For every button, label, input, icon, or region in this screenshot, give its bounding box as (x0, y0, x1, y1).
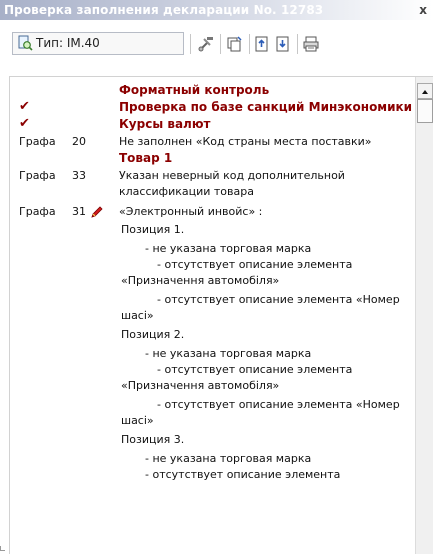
list-item: Позиция 2. (10, 327, 415, 343)
list-item: - не указана торговая марка (10, 451, 415, 467)
list-item: Позиция 3. (10, 432, 415, 448)
row-text: Проверка по базе санкций Минэкономики (119, 100, 413, 114)
row-text: - не указана торговая марка (145, 347, 312, 360)
row-text: Курсы валют (119, 117, 211, 131)
row-text: Товар 1 (119, 151, 173, 165)
list-item: Графа 33 Указан неверный код дополнитель… (10, 168, 415, 202)
field-label: Графа (19, 135, 56, 148)
row-text: Указан неверный код дополнительной класс… (119, 169, 345, 198)
print-icon[interactable] (302, 35, 320, 53)
row-text: Позиция 1. (121, 223, 185, 236)
field-number: 33 (72, 169, 86, 182)
import-down-icon[interactable] (274, 35, 292, 53)
field-label: Графа (19, 205, 56, 218)
export-up-icon[interactable] (253, 35, 271, 53)
check-icon: ✔ (19, 116, 30, 131)
list-item: Графа 31 «Электронный инвойс» : (10, 204, 415, 220)
list-item: - не указана торговая марка (10, 241, 415, 257)
list-item: - не указана торговая марка (10, 346, 415, 362)
vertical-scrollbar[interactable] (415, 77, 433, 554)
row-text: - не указана торговая марка (145, 452, 312, 465)
row-text: «Электронный инвойс» : (119, 205, 263, 218)
scroll-thumb[interactable] (417, 99, 433, 123)
type-selector[interactable]: Тип: IM.40 (12, 32, 184, 55)
field-number: 31 (72, 205, 86, 218)
row-text: Форматный контроль (119, 83, 270, 97)
results-panel: Форматный контроль ✔ Проверка по базе са… (9, 76, 433, 554)
list-item: Позиция 1. (10, 222, 415, 238)
row-text: Позиция 2. (121, 328, 185, 341)
declaration-check-window: Проверка заполнения декларации No. 12783… (0, 0, 433, 554)
row-text: Не заполнен «Код страны места поставки» (119, 135, 372, 148)
title-bar[interactable]: Проверка заполнения декларации No. 12783… (0, 0, 433, 20)
toolbar-separator (190, 34, 191, 54)
scroll-up-button[interactable] (417, 83, 433, 99)
list-item: - отсутствует описание элемента «Признач… (10, 362, 415, 396)
check-icon: ✔ (19, 99, 30, 114)
row-text: - отсутствует описание элемента «Признач… (121, 258, 353, 287)
row-text: - не указана торговая марка (145, 242, 312, 255)
window-title: Проверка заполнения декларации No. 12783 (4, 3, 324, 17)
field-label: Графа (19, 169, 56, 182)
type-label: Тип: IM.40 (36, 36, 100, 50)
list-item: Графа 20 Не заполнен «Код страны места п… (10, 134, 415, 150)
list-item: - отсутствует описание элемента «Номер ш… (10, 397, 415, 431)
row-text: - отсутствует описание элемента (145, 468, 341, 481)
close-icon[interactable]: x (419, 0, 427, 20)
toolbar-separator (220, 34, 221, 54)
list-item: - отсутствует описание элемента «Признач… (10, 257, 415, 291)
list-item: - отсутствует описание элемента (10, 467, 415, 483)
field-number: 20 (72, 135, 86, 148)
tools-icon[interactable] (197, 35, 215, 53)
copy-icon[interactable] (225, 35, 243, 53)
list-item: Форматный контроль (10, 82, 415, 98)
search-doc-icon (17, 35, 33, 51)
row-text: - отсутствует описание элемента «Номер ш… (121, 293, 400, 322)
toolbar-separator (249, 34, 250, 54)
list-item: - отсутствует описание элемента «Номер ш… (10, 292, 415, 326)
resize-corner-mark (0, 546, 5, 551)
row-text: - отсутствует описание элемента «Номер ш… (121, 398, 400, 427)
row-text: Позиция 3. (121, 433, 185, 446)
pencil-icon (90, 205, 104, 219)
list-item: Товар 1 (10, 150, 415, 166)
list-item: ✔ Проверка по базе санкций Минэкономики (10, 99, 415, 115)
list-item: ✔ Курсы валют (10, 116, 415, 132)
row-text: - отсутствует описание элемента «Признач… (121, 363, 353, 392)
toolbar-separator (297, 34, 298, 54)
toolbar: Тип: IM.40 (0, 20, 433, 62)
